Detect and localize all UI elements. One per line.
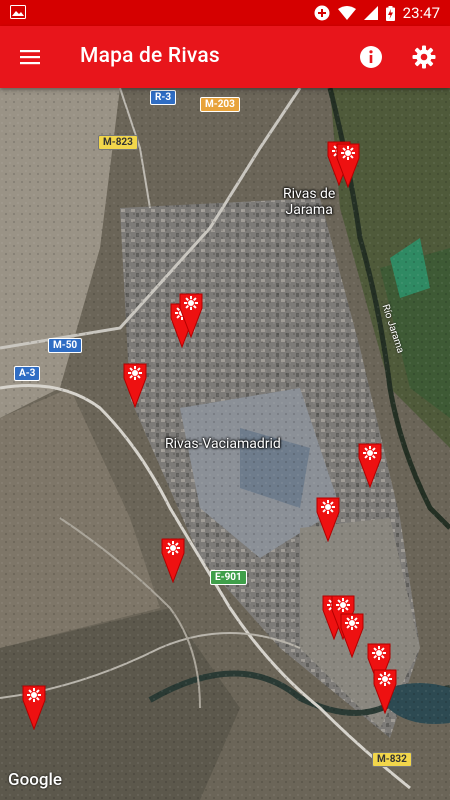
status-icons: 23:47	[314, 0, 440, 26]
image-notification-icon	[10, 5, 26, 19]
map-marker-7[interactable]	[316, 496, 340, 543]
road-badge-m832: M-832	[372, 752, 412, 767]
info-icon	[360, 46, 382, 68]
map-marker-8[interactable]	[161, 537, 185, 584]
google-logo: Google	[8, 770, 62, 790]
wifi-icon	[337, 6, 356, 20]
map-marker-5[interactable]	[123, 362, 147, 409]
marker-star-icon	[22, 685, 46, 731]
marker-star-icon	[373, 669, 397, 715]
map-marker-2[interactable]	[336, 142, 360, 189]
map-marker-6[interactable]	[358, 442, 382, 489]
marker-star-icon	[161, 538, 185, 584]
map-marker-4[interactable]	[179, 292, 203, 339]
marker-star-icon	[336, 143, 360, 189]
map-marker-14[interactable]	[22, 684, 46, 731]
marker-star-icon	[179, 293, 203, 339]
road-badge-m50: M-50	[48, 338, 83, 353]
satellite-map[interactable]: Rivas de Jarama Rivas-Vaciamadrid Río Jar…	[0, 88, 450, 800]
clock: 23:47	[402, 4, 440, 22]
map-marker-11[interactable]	[340, 612, 364, 659]
page-title: Mapa de Rivas	[80, 44, 220, 68]
place-label-rivas-vaciamadrid: Rivas-Vaciamadrid	[165, 436, 281, 452]
marker-star-icon	[123, 363, 147, 409]
road-badge-a3: A-3	[14, 366, 41, 381]
status-bar: 23:47	[0, 0, 450, 26]
marker-star-icon	[358, 443, 382, 489]
place-label-rivas-de-jarama: Rivas de Jarama	[283, 186, 336, 218]
add-circle-icon	[314, 5, 330, 21]
marker-star-icon	[340, 613, 364, 659]
settings-button[interactable]	[408, 41, 440, 73]
info-button[interactable]	[355, 41, 387, 73]
signal-icon	[363, 6, 378, 20]
menu-button[interactable]	[12, 41, 48, 73]
road-badge-r3: R-3	[150, 90, 177, 105]
road-badge-m823: M-823	[98, 135, 138, 150]
gear-icon	[412, 45, 436, 69]
map-marker-13[interactable]	[373, 668, 397, 715]
app-bar: Mapa de Rivas	[0, 26, 450, 88]
road-badge-e901: E-901	[210, 570, 247, 585]
marker-star-icon	[316, 497, 340, 543]
menu-icon	[20, 50, 40, 65]
road-badge-m203: M-203	[200, 97, 240, 112]
battery-charging-icon	[385, 5, 395, 21]
